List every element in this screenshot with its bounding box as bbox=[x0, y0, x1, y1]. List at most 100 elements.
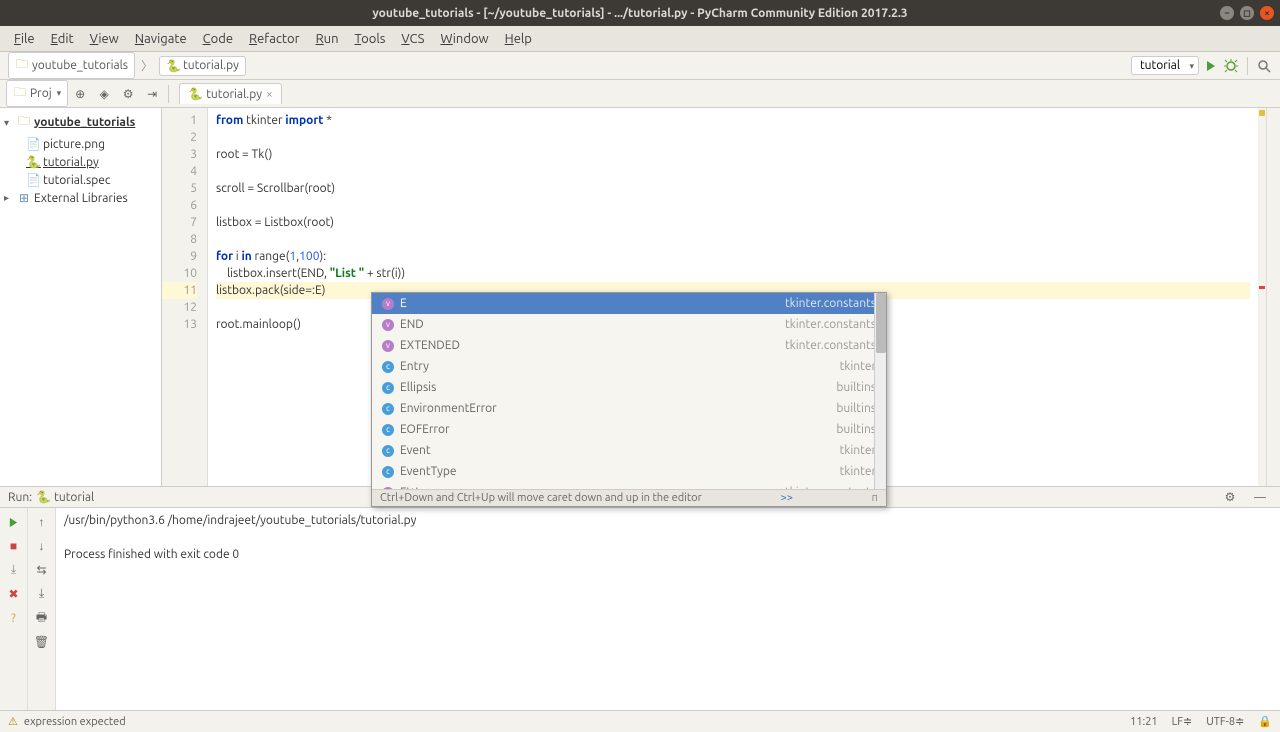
completion-badge-icon: c bbox=[382, 424, 394, 436]
autocomplete-list[interactable]: vEtkinter.constantsvENDtkinter.constants… bbox=[372, 293, 886, 489]
gear-icon[interactable]: ⚙ bbox=[119, 85, 137, 103]
soft-wrap-button[interactable]: ⇆ bbox=[32, 560, 52, 580]
menu-code[interactable]: Code bbox=[195, 29, 241, 49]
caret-position[interactable]: 11:21 bbox=[1130, 716, 1158, 728]
close-tab-icon[interactable]: × bbox=[266, 88, 273, 101]
run-button[interactable] bbox=[1203, 58, 1219, 74]
run-config-name: tutorial bbox=[54, 491, 94, 504]
tree-external-libs[interactable]: ▸ ⊞ External Libraries bbox=[0, 189, 161, 207]
stop-button[interactable]: ■ bbox=[4, 536, 24, 556]
lock-icon[interactable]: 🔒 bbox=[1258, 715, 1272, 728]
editor-scrollbar[interactable] bbox=[1266, 108, 1280, 486]
gear-icon[interactable]: ⚙ bbox=[1221, 488, 1239, 506]
autocomplete-item[interactable]: cEventtkinter bbox=[372, 440, 886, 461]
clear-button[interactable]: 🗑 bbox=[32, 632, 52, 652]
help-button[interactable]: ? bbox=[4, 608, 24, 628]
autocomplete-item[interactable]: cEOFErrorbuiltins bbox=[372, 419, 886, 440]
library-icon: ⊞ bbox=[17, 191, 31, 205]
completion-badge-icon: v bbox=[382, 319, 394, 331]
autocomplete-scrollbar[interactable] bbox=[874, 293, 886, 489]
minimize-button[interactable]: – bbox=[1220, 6, 1234, 20]
folder-icon: 🗀 bbox=[15, 55, 29, 76]
menu-run[interactable]: Run bbox=[308, 29, 347, 49]
completion-badge-icon: v bbox=[382, 298, 394, 310]
folder-icon: 🗀 bbox=[17, 112, 31, 133]
autocomplete-item[interactable]: cEnvironmentErrorbuiltins bbox=[372, 398, 886, 419]
run-config-dropdown[interactable]: tutorial bbox=[1131, 56, 1199, 75]
autocomplete-item[interactable]: vEWtkinter.constants bbox=[372, 482, 886, 489]
console-output[interactable]: /usr/bin/python3.6 /home/indrajeet/youtu… bbox=[56, 508, 1280, 710]
autocomplete-item[interactable]: cEventTypetkinter bbox=[372, 461, 886, 482]
collapse-icon[interactable]: ⊕ bbox=[71, 85, 89, 103]
menu-bar: FileEditViewNavigateCodeRefactorRunTools… bbox=[0, 26, 1280, 52]
menu-vcs[interactable]: VCS bbox=[393, 29, 432, 49]
close-button[interactable]: × bbox=[1260, 6, 1274, 20]
editor-tab-active[interactable]: 🐍 tutorial.py × bbox=[179, 83, 282, 104]
error-marker bbox=[1259, 286, 1265, 289]
toolbar-right: tutorial bbox=[1131, 56, 1272, 75]
completion-badge-icon: v bbox=[382, 487, 394, 490]
rerun-button[interactable] bbox=[4, 512, 24, 532]
autocomplete-item[interactable]: vEtkinter.constants bbox=[372, 293, 886, 314]
tree-file-row[interactable]: 📄picture.png bbox=[0, 135, 161, 153]
python-file-icon: 🐍 bbox=[36, 490, 50, 504]
locate-icon[interactable]: ◈ bbox=[95, 85, 113, 103]
warning-icon: ⚠ bbox=[8, 715, 18, 728]
print-button[interactable]: 🖶 bbox=[32, 608, 52, 628]
nav-bar: 🗀 youtube_tutorials 🐍 tutorial.py tutori… bbox=[0, 52, 1280, 80]
menu-window[interactable]: Window bbox=[432, 29, 496, 49]
hide-icon[interactable]: — bbox=[1251, 488, 1269, 506]
completion-badge-icon: c bbox=[382, 403, 394, 415]
close-run-button[interactable]: ✖ bbox=[4, 584, 24, 604]
debug-button[interactable] bbox=[1223, 58, 1239, 74]
tree-file-row[interactable]: 🐍tutorial.py bbox=[0, 153, 161, 171]
pi-icon: π bbox=[872, 492, 878, 504]
autocomplete-item[interactable]: vEXTENDEDtkinter.constants bbox=[372, 335, 886, 356]
breadcrumb-root[interactable]: 🗀 youtube_tutorials bbox=[8, 52, 135, 79]
menu-help[interactable]: Help bbox=[497, 29, 540, 49]
editor-tabs: 🐍 tutorial.py × bbox=[179, 83, 282, 104]
scroll-end-button[interactable]: ⤓ bbox=[32, 584, 52, 604]
menu-navigate[interactable]: Navigate bbox=[127, 29, 195, 49]
folder-icon: 🗀 bbox=[13, 83, 27, 104]
tree-expand-icon[interactable]: ▾ bbox=[4, 117, 14, 129]
file-icon: 📄 bbox=[26, 137, 40, 151]
search-button[interactable] bbox=[1256, 58, 1272, 74]
autocomplete-hint-link[interactable]: >> bbox=[781, 492, 793, 504]
project-toolbar: 🗀 Proj ⊕ ◈ ⚙ ⇥ 🐍 tutorial.py × bbox=[0, 80, 1280, 108]
project-view-dropdown[interactable]: 🗀 Proj bbox=[6, 80, 68, 107]
menu-refactor[interactable]: Refactor bbox=[241, 29, 308, 49]
breadcrumb-file[interactable]: 🐍 tutorial.py bbox=[159, 56, 246, 76]
tree-expand-icon[interactable]: ▸ bbox=[4, 192, 14, 204]
hide-icon[interactable]: ⇥ bbox=[143, 85, 161, 103]
completion-badge-icon: c bbox=[382, 445, 394, 457]
tree-root-row[interactable]: ▾ 🗀 youtube_tutorials bbox=[0, 110, 161, 135]
menu-edit[interactable]: Edit bbox=[43, 29, 82, 49]
toolbar-separator bbox=[168, 85, 169, 103]
window-titlebar: youtube_tutorials - [~/youtube_tutorials… bbox=[0, 0, 1280, 26]
toolbar-separator bbox=[1247, 57, 1248, 75]
maximize-button[interactable]: ◻ bbox=[1240, 6, 1254, 20]
file-encoding[interactable]: UTF-8≑ bbox=[1206, 715, 1244, 728]
line-separator[interactable]: LF≑ bbox=[1172, 715, 1193, 728]
menu-view[interactable]: View bbox=[82, 29, 127, 49]
autocomplete-item[interactable]: cEntrytkinter bbox=[372, 356, 886, 377]
tree-file-row[interactable]: 📄tutorial.spec bbox=[0, 171, 161, 189]
pin-button[interactable]: ⤓ bbox=[4, 560, 24, 580]
menu-tools[interactable]: Tools bbox=[347, 29, 394, 49]
run-toolbar-primary: ■ ⤓ ✖ ? bbox=[0, 508, 28, 710]
completion-badge-icon: c bbox=[382, 382, 394, 394]
menu-file[interactable]: File bbox=[6, 29, 43, 49]
autocomplete-popup[interactable]: vEtkinter.constantsvENDtkinter.constants… bbox=[371, 292, 887, 507]
autocomplete-item[interactable]: cEllipsisbuiltins bbox=[372, 377, 886, 398]
up-button[interactable]: ↑ bbox=[32, 512, 52, 532]
warning-marker bbox=[1259, 110, 1265, 116]
autocomplete-item[interactable]: vENDtkinter.constants bbox=[372, 314, 886, 335]
project-tree[interactable]: ▾ 🗀 youtube_tutorials 📄picture.png🐍tutor… bbox=[0, 108, 162, 486]
file-icon: 📄 bbox=[26, 173, 40, 187]
breadcrumb: 🗀 youtube_tutorials 🐍 tutorial.py bbox=[8, 52, 246, 79]
run-toolbar-secondary: ↑ ↓ ⇆ ⤓ 🖶 🗑 bbox=[28, 508, 56, 710]
autocomplete-hint: Ctrl+Down and Ctrl+Up will move caret do… bbox=[372, 489, 886, 506]
down-button[interactable]: ↓ bbox=[32, 536, 52, 556]
python-file-icon: 🐍 bbox=[166, 59, 180, 73]
